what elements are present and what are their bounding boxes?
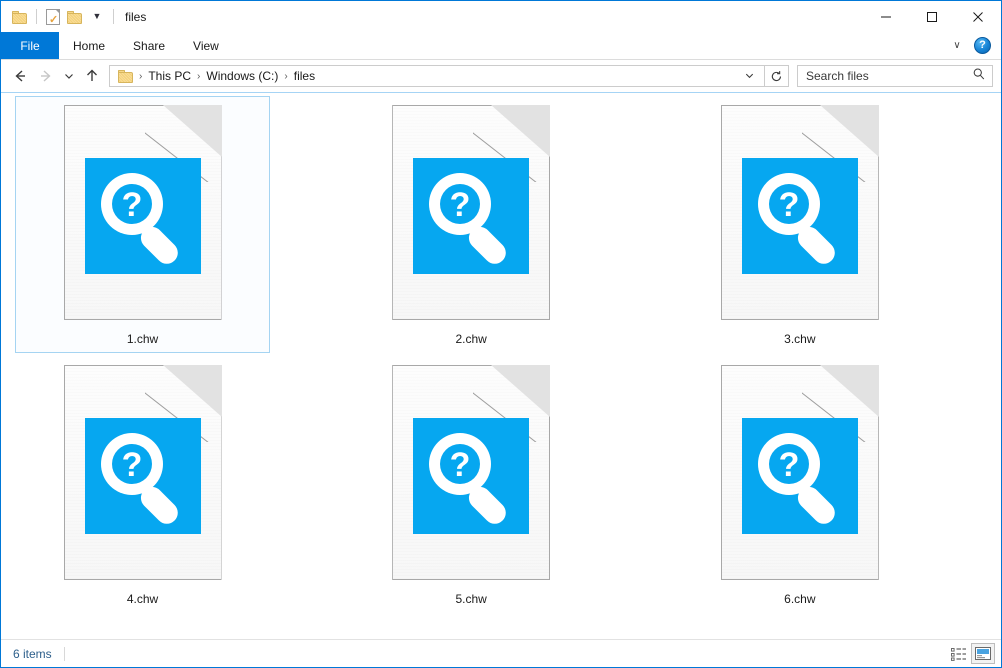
magnifier-question-icon: ? bbox=[757, 173, 835, 264]
properties-icon[interactable]: ✓ bbox=[42, 6, 64, 28]
tab-home[interactable]: Home bbox=[59, 32, 119, 59]
breadcrumb-folder-icon bbox=[115, 69, 137, 83]
file-item[interactable]: ? 3.chw bbox=[672, 96, 927, 353]
qat-separator-2 bbox=[113, 9, 114, 24]
help-icon[interactable]: ? bbox=[974, 37, 991, 54]
search-box[interactable]: Search files bbox=[797, 65, 993, 87]
breadcrumb-item-windows-c[interactable]: Windows (C:) bbox=[202, 69, 282, 83]
svg-text:?: ? bbox=[778, 446, 799, 484]
file-name-label: 2.chw bbox=[455, 332, 487, 346]
breadcrumb-separator-1: › bbox=[197, 70, 201, 82]
breadcrumb-dropdown-icon[interactable] bbox=[737, 70, 762, 83]
minimize-button[interactable] bbox=[863, 1, 909, 32]
file-item[interactable]: ? 4.chw bbox=[15, 356, 270, 613]
chw-file-icon: ? bbox=[392, 105, 551, 320]
window-title: files bbox=[125, 9, 147, 24]
tab-share[interactable]: Share bbox=[119, 32, 179, 59]
forward-button bbox=[33, 63, 59, 89]
chw-file-icon: ? bbox=[720, 365, 879, 580]
chw-file-icon: ? bbox=[392, 365, 551, 580]
file-item[interactable]: ? 1.chw bbox=[15, 96, 270, 353]
quick-access-toolbar: ✓ ▼ files bbox=[1, 1, 146, 32]
qat-separator-1 bbox=[36, 9, 37, 24]
file-name-label: 1.chw bbox=[126, 332, 159, 346]
file-item[interactable]: ? 5.chw bbox=[344, 356, 599, 613]
status-bar: 6 items bbox=[1, 639, 1001, 667]
close-button[interactable] bbox=[955, 1, 1001, 32]
search-icon bbox=[972, 67, 986, 86]
chw-file-icon: ? bbox=[63, 105, 222, 320]
svg-text:?: ? bbox=[450, 186, 471, 224]
svg-text:?: ? bbox=[121, 186, 142, 224]
address-bar: › This PC › Windows (C:) › files Search … bbox=[1, 60, 1001, 92]
search-input[interactable]: Search files bbox=[806, 69, 972, 83]
status-separator bbox=[63, 646, 65, 661]
chw-file-icon: ? bbox=[63, 365, 222, 580]
large-icons-view-button[interactable] bbox=[971, 643, 995, 664]
ribbon-tabs: File Home Share View ∨ ? bbox=[1, 32, 1001, 60]
refresh-button[interactable] bbox=[765, 65, 789, 87]
magnifier-question-icon: ? bbox=[100, 433, 178, 524]
file-item[interactable]: ? 2.chw bbox=[344, 96, 599, 353]
svg-text:?: ? bbox=[121, 446, 142, 484]
file-name-label: 5.chw bbox=[455, 592, 487, 606]
file-name-label: 4.chw bbox=[126, 592, 159, 606]
folder-icon[interactable] bbox=[9, 6, 31, 28]
file-name-label: 3.chw bbox=[784, 332, 816, 346]
magnifier-question-icon: ? bbox=[429, 173, 506, 264]
recent-locations-button[interactable] bbox=[59, 63, 79, 89]
details-view-button[interactable] bbox=[947, 643, 971, 664]
file-grid: ? 1.chw? 2.chw? 3.chw? 4.chw? 5.chw? 6.chw bbox=[1, 93, 1001, 616]
svg-text:?: ? bbox=[778, 186, 799, 224]
chw-file-icon: ? bbox=[720, 105, 879, 320]
window-controls bbox=[863, 1, 1001, 32]
breadcrumb-separator-0: › bbox=[139, 70, 143, 82]
chevron-down-icon-ribbon[interactable]: ∨ bbox=[948, 40, 966, 51]
maximize-button[interactable] bbox=[909, 1, 955, 32]
svg-text:?: ? bbox=[450, 446, 471, 484]
tab-view[interactable]: View bbox=[179, 32, 233, 59]
breadcrumb-item-this-pc[interactable]: This PC bbox=[144, 69, 195, 83]
file-explorer-window: ✓ ▼ files File Home Share View ∨ ? › Thi… bbox=[0, 0, 1002, 668]
magnifier-question-icon: ? bbox=[100, 173, 178, 264]
folder-icon-2[interactable] bbox=[64, 6, 86, 28]
ribbon-right-controls: ∨ ? bbox=[948, 32, 997, 59]
magnifier-question-icon: ? bbox=[757, 433, 835, 524]
file-item[interactable]: ? 6.chw bbox=[672, 356, 927, 613]
up-button[interactable] bbox=[79, 63, 105, 89]
breadcrumb-item-files[interactable]: files bbox=[290, 69, 319, 83]
magnifier-question-icon: ? bbox=[429, 433, 506, 524]
tab-file[interactable]: File bbox=[1, 32, 59, 59]
item-count-label: 6 items bbox=[13, 646, 52, 661]
title-bar: ✓ ▼ files bbox=[1, 1, 1001, 32]
back-button[interactable] bbox=[7, 63, 33, 89]
breadcrumb[interactable]: › This PC › Windows (C:) › files bbox=[109, 65, 765, 87]
breadcrumb-separator-2: › bbox=[284, 70, 288, 82]
file-list-area[interactable]: ? 1.chw? 2.chw? 3.chw? 4.chw? 5.chw? 6.chw bbox=[1, 92, 1001, 639]
chevron-down-icon[interactable]: ▼ bbox=[86, 6, 108, 28]
file-name-label: 6.chw bbox=[784, 592, 816, 606]
